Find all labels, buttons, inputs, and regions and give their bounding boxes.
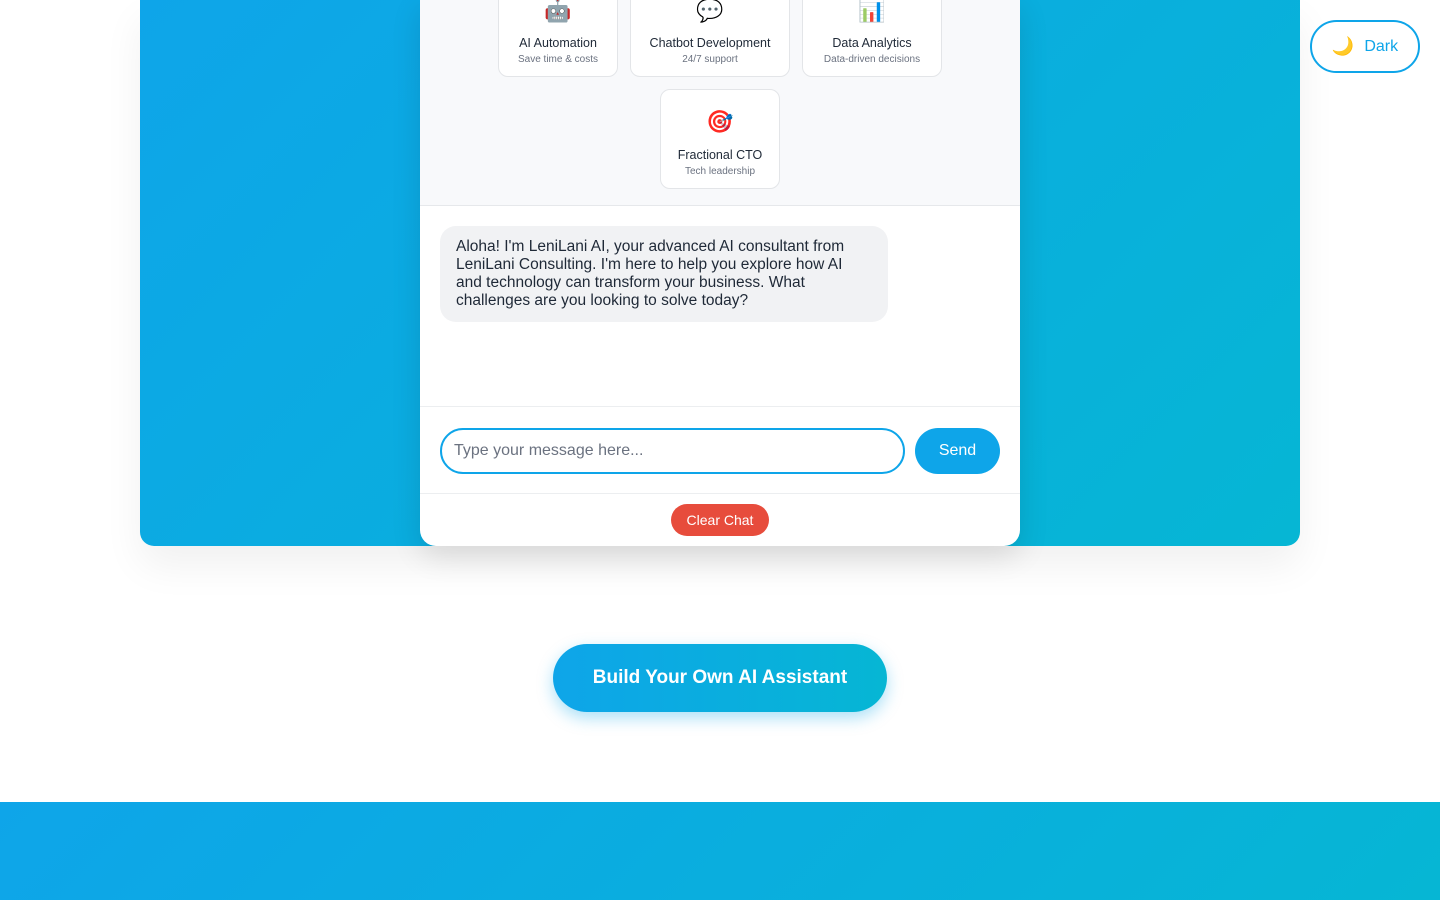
build-assistant-button[interactable]: Build Your Own AI Assistant <box>553 644 887 712</box>
service-title: Chatbot Development <box>649 36 771 50</box>
service-subtitle: Data-driven decisions <box>823 54 921 65</box>
chat-widget: 🤖 AI Automation Save time & costs 💬 Chat… <box>420 0 1020 546</box>
service-subtitle: 24/7 support <box>682 54 738 65</box>
service-subtitle: Tech leadership <box>684 166 756 177</box>
bar-chart-icon: 📊 <box>858 0 886 23</box>
service-card-ai-automation[interactable]: 🤖 AI Automation Save time & costs <box>498 0 618 77</box>
send-button[interactable]: Send <box>915 428 1000 474</box>
speech-bubble-icon: 💬 <box>696 0 724 23</box>
dark-mode-label: Dark <box>1364 37 1399 55</box>
dark-mode-toggle[interactable]: 🌙 Dark <box>1310 20 1420 73</box>
services-grid: 🤖 AI Automation Save time & costs 💬 Chat… <box>420 0 1020 206</box>
assistant-message: Aloha! I'm LeniLani AI, your advanced AI… <box>440 226 888 322</box>
service-title: Fractional CTO <box>677 148 763 162</box>
service-card-fractional-cto[interactable]: 🎯 Fractional CTO Tech leadership <box>660 89 780 189</box>
bottom-section <box>0 802 1440 900</box>
clear-chat-button[interactable]: Clear Chat <box>671 504 769 536</box>
service-card-data-analytics[interactable]: 📊 Data Analytics Data-driven decisions <box>802 0 942 77</box>
service-title: AI Automation <box>519 36 597 50</box>
service-title: Data Analytics <box>832 36 912 50</box>
moon-icon: 🌙 <box>1331 36 1355 56</box>
chat-footer: Clear Chat <box>420 494 1020 546</box>
service-subtitle: Save time & costs <box>517 54 599 65</box>
chat-messages[interactable]: Aloha! I'm LeniLani AI, your advanced AI… <box>420 206 1020 407</box>
message-input[interactable] <box>440 428 905 474</box>
target-icon: 🎯 <box>706 109 734 134</box>
service-card-chatbot-development[interactable]: 💬 Chatbot Development 24/7 support <box>630 0 790 77</box>
robot-icon: 🤖 <box>544 0 572 23</box>
chat-input-row: Send <box>420 406 1020 494</box>
